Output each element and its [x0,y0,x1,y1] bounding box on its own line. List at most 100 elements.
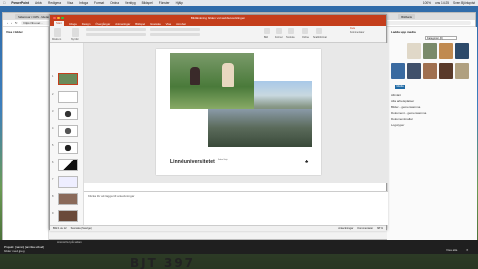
folder-item[interactable]: Bilder - gemensamma [391,105,420,109]
tab-overgangar[interactable]: Övergångar [95,22,110,26]
slide-thumbnail[interactable] [58,142,78,154]
slide-counter: Bild 1 av 12 [53,227,67,230]
media-thumbnail[interactable] [455,63,469,79]
menu-arkiv[interactable]: Arkiv [35,1,42,5]
media-thumbnail[interactable] [439,63,453,79]
battery-status[interactable]: 100% [423,1,431,5]
shapes-button[interactable] [276,28,282,34]
alignment-row[interactable] [150,33,200,36]
menu-visa[interactable]: Visa [67,1,73,5]
slide-number: 1 [52,75,54,78]
university-logo: Linnéuniversitetet [170,159,215,165]
reload-icon[interactable]: ↻ [15,21,18,25]
minimize-icon[interactable] [57,16,60,19]
tab-infoga[interactable]: Infoga [69,22,77,26]
tab-design[interactable]: Design [82,22,91,26]
tab-bildspel[interactable]: Bildspel [135,22,145,26]
media-tab[interactable]: Media [395,85,405,89]
media-thumbnail[interactable] [391,63,405,79]
slide-number: 8 [52,195,54,198]
maximize-icon[interactable] [61,16,64,19]
paste-button[interactable] [54,28,61,37]
status-bar: Bild 1 av 12 Svenska (Sverige) Antecknin… [50,225,386,231]
notes-pane[interactable]: Klicka för att lägga till anteckningar [84,191,388,225]
textbox-button[interactable] [288,28,294,34]
close-icon[interactable] [53,16,56,19]
report-link[interactable]: Anmäl fel på sidan [57,240,82,244]
menu-app-name[interactable]: PowerPoint [11,1,29,5]
menu-fonster[interactable]: Fönster [159,1,170,5]
font-select[interactable] [86,28,146,31]
slide-thumbnail[interactable] [58,73,78,85]
tab-acrobat[interactable]: Acrobat [176,22,186,26]
slide-thumbnail[interactable] [58,176,78,188]
forward-icon[interactable]: › [11,21,12,25]
quick-styles-button[interactable] [316,28,322,34]
media-thumbnail[interactable] [407,43,421,59]
folder-item[interactable]: Alla arbetsplatser [391,99,414,103]
media-thumbnail[interactable] [423,63,437,79]
textbox-label: Textruta [286,36,295,39]
apple-icon[interactable]:  [3,1,5,5]
slide-thumbnail[interactable] [58,108,78,120]
media-thumbnail[interactable] [455,43,469,59]
back-icon[interactable]: ‹ [7,21,8,25]
picture-button[interactable] [264,28,270,34]
ribbon: Klistra in Ny bild Bild Former Textruta … [50,26,386,43]
clock[interactable]: ons 14:25 [435,1,449,5]
folder-item[interactable]: Allmänt [391,93,401,97]
new-slide-label: Ny bild [71,38,79,41]
notes-toggle[interactable]: Anteckningar [338,227,353,230]
font-format-row[interactable] [86,33,146,36]
menu-format[interactable]: Format [94,1,104,5]
menu-redigera[interactable]: Redigera [48,1,61,5]
slide-number: 3 [52,110,54,113]
menu-bildspel[interactable]: Bildspel [142,1,153,5]
slide-number: 2 [52,93,54,96]
share-button[interactable]: Dela [350,27,355,30]
window-controls [53,16,64,19]
slide-thumbnail[interactable] [58,125,78,137]
cms-left-pane: Visa i bilder [3,27,49,241]
download-file[interactable]: bilder med.jpeg [4,249,25,253]
tab-visa[interactable]: Visa [166,22,171,26]
menu-hjalp[interactable]: Hjälp [176,1,183,5]
browser-tab[interactable]: Bildbank [398,14,415,19]
slide-thumbnail[interactable] [58,159,78,171]
slide-thumbnail[interactable] [58,91,78,103]
folder-item[interactable]: Dokumentmallar [391,117,413,121]
new-slide-button[interactable] [72,28,79,37]
menu-ordna[interactable]: Ordna [110,1,119,5]
comments-toggle[interactable]: Kommentarer [357,227,373,230]
media-pane: Ladda upp media Kategorier (0) Media All… [387,27,477,241]
menu-infoga[interactable]: Infoga [79,1,88,5]
paragraph-row[interactable] [150,28,200,31]
show-all-button[interactable]: Visa alla [446,248,457,252]
logo-subtitle: Kalmar Växjö [218,160,228,161]
language-indicator[interactable]: Svenska (Sverige) [71,227,92,230]
folder-item[interactable]: Logotyper [391,123,404,127]
slide-thumbnail[interactable] [58,210,78,222]
zoom-level[interactable]: 68 % [377,227,383,230]
media-thumbnail[interactable] [407,63,421,79]
students-lawn-photo[interactable] [170,53,254,109]
slide-thumbnail[interactable] [58,193,78,205]
media-thumbnail[interactable] [423,43,437,59]
category-dropdown[interactable]: Kategorier (0) [425,36,457,40]
slide-thumbnails: 1 2 3 4 5 6 7 8 9 [50,43,84,225]
current-slide[interactable]: Linnéuniversitetet Kalmar Växjö ♣ [156,49,321,175]
close-icon[interactable]: ✕ [466,248,469,252]
folder-item[interactable]: Dokument - gemensamma [391,111,426,115]
comments-button[interactable]: Kommentarer [350,31,364,34]
menu-verktyg[interactable]: Verktyg [125,1,136,5]
campus-crowd-photo[interactable] [208,109,312,147]
tab-granska[interactable]: Granska [150,22,161,26]
slide-number: 5 [52,144,54,147]
slide-number: 7 [52,178,54,181]
user-name[interactable]: Sven Björkqvist [453,1,475,5]
shapes-label: Former [275,36,283,39]
arrange-button[interactable] [302,28,308,34]
media-thumbnail[interactable] [439,43,453,59]
slide-number: 4 [52,127,54,130]
tab-animeringar[interactable]: Animeringar [115,22,130,26]
